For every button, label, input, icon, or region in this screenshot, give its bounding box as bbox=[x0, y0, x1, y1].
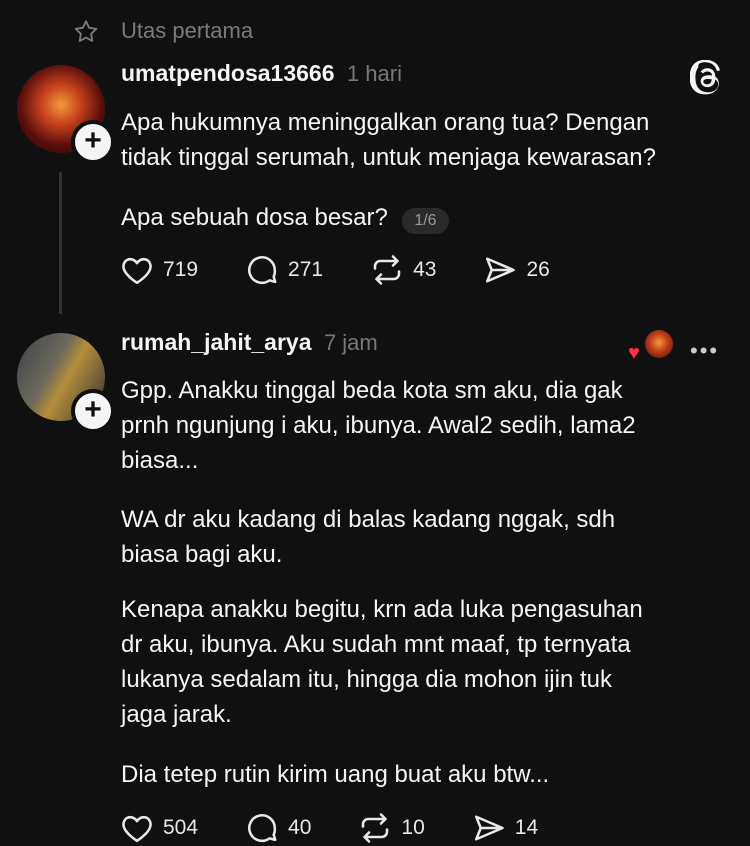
username[interactable]: umatpendosa13666 bbox=[121, 60, 334, 86]
header-label: Utas pertama bbox=[121, 18, 254, 43]
post-text: Apa hukumnya meninggalkan orang tua? Den… bbox=[121, 109, 656, 171]
share-button[interactable]: 26 bbox=[482, 252, 550, 288]
repost-button[interactable]: 10 bbox=[357, 810, 425, 846]
repost-button[interactable]: 43 bbox=[369, 252, 436, 288]
post-paragraph: Kenapa anakku begitu, krn ada luka penga… bbox=[121, 596, 643, 728]
comment-count: 271 bbox=[288, 258, 324, 281]
thread-connector-line bbox=[59, 172, 62, 314]
liked-by-avatar[interactable] bbox=[645, 330, 673, 358]
heart-icon bbox=[122, 815, 152, 843]
post-actions: 719 271 43 26 bbox=[119, 252, 596, 288]
follow-plus-icon[interactable]: + bbox=[71, 120, 115, 164]
post-time: 1 hari bbox=[346, 61, 402, 86]
thread-header: Utas pertama bbox=[0, 0, 750, 62]
threads-logo-icon bbox=[690, 60, 720, 95]
post-author-row: umatpendosa13666 1 hari bbox=[121, 60, 402, 87]
comment-icon bbox=[248, 814, 277, 843]
post-paragraph: Dia tetep rutin kirim uang buat aku btw.… bbox=[121, 761, 550, 788]
follow-plus-icon[interactable]: + bbox=[71, 389, 115, 433]
comment-button[interactable]: 40 bbox=[244, 810, 311, 846]
like-button[interactable]: 719 bbox=[119, 252, 198, 288]
repost-icon bbox=[362, 813, 389, 843]
comment-count: 40 bbox=[288, 816, 312, 839]
like-button[interactable]: 504 bbox=[119, 810, 198, 846]
post-text-2: Apa sebuah dosa besar? bbox=[121, 204, 388, 231]
more-options-icon[interactable]: ••• bbox=[690, 338, 719, 364]
repost-count: 10 bbox=[401, 816, 425, 839]
like-count: 504 bbox=[163, 816, 199, 839]
page-count-badge: 1/6 bbox=[402, 207, 449, 234]
username[interactable]: rumah_jahit_arya bbox=[121, 329, 311, 355]
star-icon[interactable] bbox=[72, 18, 100, 46]
share-button[interactable]: 14 bbox=[471, 810, 538, 846]
send-icon bbox=[474, 815, 504, 841]
send-icon bbox=[486, 257, 516, 283]
post-paragraph: WA dr aku kadang di balas kadang nggak, … bbox=[121, 506, 616, 568]
post-time: 7 jam bbox=[323, 330, 378, 355]
liked-heart-icon: ♥ bbox=[628, 342, 640, 364]
comment-button[interactable]: 271 bbox=[244, 252, 323, 288]
share-count: 14 bbox=[514, 816, 539, 839]
post-author-row: rumah_jahit_arya 7 jam bbox=[121, 329, 378, 356]
heart-icon bbox=[122, 257, 152, 285]
repost-icon bbox=[373, 255, 401, 285]
comment-icon bbox=[248, 256, 277, 285]
post-text-row: Apa sebuah dosa besar? 1/6 bbox=[121, 200, 449, 235]
share-count: 26 bbox=[526, 258, 550, 281]
post-paragraph: Gpp. Anakku tinggal beda kota sm aku, di… bbox=[121, 377, 636, 474]
post-actions: 504 40 10 14 bbox=[119, 810, 584, 846]
repost-count: 43 bbox=[413, 258, 437, 281]
like-count: 719 bbox=[163, 258, 199, 281]
